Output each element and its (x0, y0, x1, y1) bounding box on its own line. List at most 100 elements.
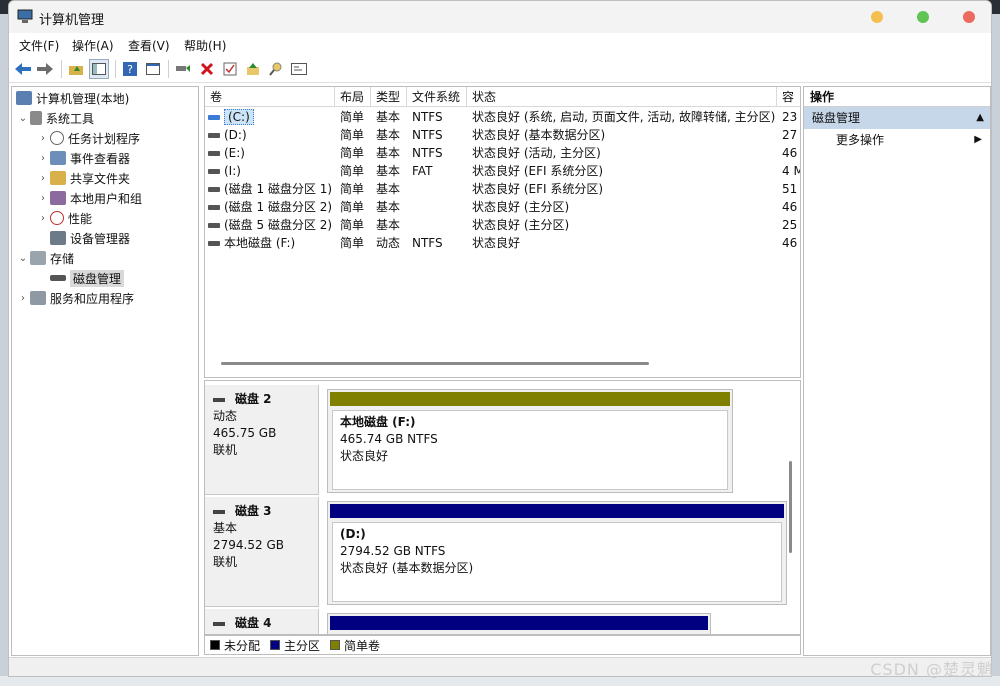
back-icon[interactable] (13, 59, 33, 79)
partition-legend: 未分配 主分区 简单卷 (204, 635, 801, 655)
partition-status: 状态良好 (基本数据分区) (340, 561, 474, 575)
cell-filesystem: NTFS (412, 110, 443, 124)
tree-item-task-scheduler[interactable]: › 任务计划程序 (36, 129, 140, 147)
tree-item-services-apps[interactable]: › 服务和应用程序 (16, 289, 134, 307)
volume-icon (208, 223, 220, 228)
properties-icon[interactable] (220, 59, 240, 79)
partition-box[interactable]: (D:) 2794.52 GB NTFS 状态良好 (基本数据分区) (332, 522, 782, 602)
tree-item-storage[interactable]: ⌄ 存储 (16, 249, 74, 267)
cell-type: 基本 (376, 218, 401, 232)
partition-box[interactable]: 本地磁盘 (F:) 465.74 GB NTFS 状态良好 (332, 410, 728, 490)
cell-layout: 简单 (340, 236, 365, 250)
minimize-button[interactable] (871, 11, 883, 23)
menu-action[interactable]: 操作(A) (72, 37, 114, 54)
maximize-button[interactable] (917, 11, 929, 23)
legend-unallocated: 未分配 (210, 637, 260, 654)
volume-icon (208, 187, 220, 192)
legend-label: 未分配 (224, 638, 261, 653)
forward-icon[interactable] (35, 59, 55, 79)
chevron-right-icon[interactable]: › (36, 213, 50, 224)
volume-name: (I:) (224, 164, 241, 178)
computer-icon (16, 91, 32, 105)
menu-file[interactable]: 文件(F) (19, 37, 59, 54)
tree-item-device-manager[interactable]: 设备管理器 (50, 229, 130, 247)
cell-filesystem (412, 180, 467, 198)
disk-row[interactable]: 磁盘 3 基本 2794.52 GB 联机 (D:) 2794.52 GB NT… (205, 497, 800, 607)
table-row[interactable]: (I:) 简单 基本 FAT 状态良好 (EFI 系统分区) 4 M (205, 162, 800, 180)
table-row[interactable]: (E:) 简单 基本 NTFS 状态良好 (活动, 主分区) 46 (205, 144, 800, 162)
disk-state: 联机 (213, 443, 238, 457)
column-status[interactable]: 状态 (467, 87, 777, 107)
partition-container[interactable]: 本地磁盘 (F:) 465.74 GB NTFS 状态良好 (327, 389, 733, 493)
column-layout[interactable]: 布局 (335, 87, 371, 107)
chevron-right-icon[interactable]: › (36, 173, 50, 184)
volume-icon (208, 115, 220, 120)
column-filesystem[interactable]: 文件系统 (407, 87, 467, 107)
partition-name: 本地磁盘 (F:) (340, 415, 416, 429)
tree-item-shared-folders[interactable]: › 共享文件夹 (36, 169, 130, 187)
search-icon[interactable] (266, 59, 286, 79)
chevron-down-icon[interactable]: ⌄ (16, 113, 30, 124)
tree-item-performance[interactable]: › 性能 (36, 209, 92, 227)
collapse-up-icon[interactable]: ▲ (976, 107, 984, 129)
column-volume[interactable]: 卷 (205, 87, 335, 107)
cell-filesystem: NTFS (412, 236, 443, 250)
action-pane-icon[interactable] (143, 59, 163, 79)
volume-icon (208, 169, 220, 174)
menu-help[interactable]: 帮助(H) (184, 37, 226, 54)
vertical-scrollbar[interactable] (789, 461, 792, 553)
table-row[interactable]: 本地磁盘 (F:) 简单 动态 NTFS 状态良好 46 (205, 234, 800, 252)
cell-layout: 简单 (340, 110, 365, 124)
legend-label: 主分区 (284, 638, 321, 653)
chevron-down-icon[interactable]: ⌄ (16, 253, 30, 264)
table-row[interactable]: (C:) 简单 基本 NTFS 状态良好 (系统, 启动, 页面文件, 活动, … (205, 108, 800, 126)
more-actions-item[interactable]: 更多操作 ▶ (804, 129, 990, 151)
partition-name: (D:) (340, 527, 366, 541)
horizontal-scrollbar[interactable] (221, 362, 649, 365)
cell-capacity: 46 (782, 200, 798, 214)
disk-row[interactable]: 磁盘 4 (205, 609, 800, 634)
chevron-right-icon[interactable]: › (36, 153, 50, 164)
actions-group-disk-management[interactable]: 磁盘管理 ▲ (804, 107, 990, 129)
legend-label: 简单卷 (344, 638, 381, 653)
table-row[interactable]: (磁盘 1 磁盘分区 2) 简单 基本 状态良好 (主分区) 46 (205, 198, 800, 216)
table-row[interactable]: (磁盘 5 磁盘分区 2) 简单 基本 状态良好 (主分区) 25 (205, 216, 800, 234)
partition-container[interactable]: (D:) 2794.52 GB NTFS 状态良好 (基本数据分区) (327, 501, 787, 605)
tree-item-event-viewer[interactable]: › 事件查看器 (36, 149, 130, 167)
table-row[interactable]: (D:) 简单 基本 NTFS 状态良好 (基本数据分区) 27 (205, 126, 800, 144)
window-title: 计算机管理 (39, 13, 105, 28)
delete-icon[interactable] (197, 59, 217, 79)
tree-item-disk-management[interactable]: 磁盘管理 (50, 269, 125, 287)
settings-panel-icon[interactable] (289, 59, 309, 79)
cell-capacity: 27 (782, 128, 798, 142)
volume-icon (208, 151, 220, 156)
help-icon[interactable]: ? (120, 59, 140, 79)
chevron-right-icon[interactable]: › (16, 293, 30, 304)
partition-container[interactable] (327, 613, 711, 634)
tree-item-system-tools[interactable]: ⌄ 系统工具 (16, 109, 94, 127)
title-bar[interactable]: 计算机管理 (9, 1, 991, 33)
tree-item-local-users[interactable]: › 本地用户和组 (36, 189, 142, 207)
connect-icon[interactable] (173, 59, 193, 79)
chevron-right-icon[interactable]: › (36, 193, 50, 204)
legend-swatch (270, 640, 281, 650)
tree-item-root[interactable]: 计算机管理(本地) (16, 89, 129, 107)
export-icon[interactable] (243, 59, 263, 79)
up-folder-icon[interactable] (66, 59, 86, 79)
cell-type: 基本 (376, 182, 401, 196)
cell-layout: 简单 (340, 146, 365, 160)
menu-view[interactable]: 查看(V) (128, 37, 170, 54)
column-type[interactable]: 类型 (371, 87, 407, 107)
close-button[interactable] (963, 11, 975, 23)
volume-list-header: 卷 布局 类型 文件系统 状态 容 (205, 87, 800, 107)
legend-primary: 主分区 (270, 637, 320, 654)
chevron-right-icon[interactable]: › (36, 133, 50, 144)
disk-row[interactable]: 磁盘 2 动态 465.75 GB 联机 本地磁盘 (F:) 465.74 GB… (205, 385, 800, 495)
column-capacity[interactable]: 容 (777, 87, 800, 107)
cell-status: 状态良好 (472, 236, 521, 250)
cell-layout: 简单 (340, 200, 365, 214)
table-row[interactable]: (磁盘 1 磁盘分区 1) 简单 基本 状态良好 (EFI 系统分区) 51 (205, 180, 800, 198)
legend-simple: 简单卷 (330, 637, 380, 654)
tree-item-label: 性能 (68, 211, 93, 226)
show-hide-tree-icon[interactable] (89, 59, 109, 79)
